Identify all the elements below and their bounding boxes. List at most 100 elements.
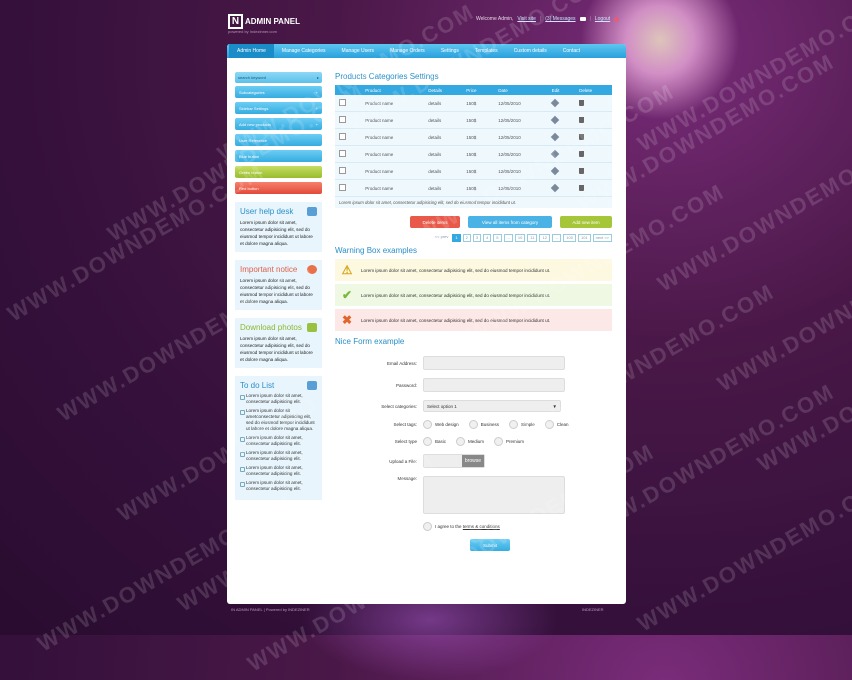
category-select[interactable]: Select option 1 ▼	[423, 400, 561, 412]
type-radio[interactable]	[456, 437, 466, 446]
tag-checkbox[interactable]	[544, 420, 554, 429]
edit-icon[interactable]	[550, 149, 559, 158]
pager-page[interactable]: 4	[483, 234, 492, 242]
password-field[interactable]	[423, 378, 565, 392]
terms-link[interactable]: terms & conditions	[463, 524, 500, 529]
nav-item-settings[interactable]: Settings	[433, 44, 467, 58]
type-option[interactable]: Medium	[456, 437, 484, 446]
pager-page[interactable]: 11	[527, 234, 538, 242]
search-arrow-icon[interactable]: ▸	[317, 75, 319, 80]
search-input[interactable]: search keyword	[238, 75, 266, 80]
trash-icon[interactable]	[579, 150, 585, 157]
browse-button[interactable]: browse	[461, 455, 484, 467]
row-checkbox[interactable]	[339, 150, 346, 157]
row-checkbox[interactable]	[339, 167, 346, 174]
category-row: Select categories: Select option 1 ▼	[335, 400, 612, 412]
nav-item-admin-home[interactable]: Admin Home	[229, 44, 274, 58]
column-header: Date	[494, 85, 548, 95]
sidebar-blue-button-button[interactable]: Blue button	[235, 150, 322, 162]
top-links: Welcome Admin, Visit site | (3) Messages…	[476, 16, 620, 22]
edit-icon[interactable]	[550, 166, 559, 175]
tag-option[interactable]: Simple	[508, 420, 535, 429]
todo-item[interactable]: Lorem ipsum dolor sit amet, consectetur …	[240, 480, 317, 492]
submit-button[interactable]: Submit	[470, 539, 510, 551]
type-radio[interactable]	[494, 437, 504, 446]
view-all-items-from-category-button[interactable]: View all items from category	[468, 216, 552, 228]
sidebar-subcategories-button[interactable]: Subcategories +	[235, 86, 322, 98]
logout-link[interactable]: Logout	[595, 16, 610, 22]
email-field[interactable]	[423, 356, 565, 370]
trash-icon[interactable]	[579, 184, 585, 191]
pager-page[interactable]: 100	[563, 234, 576, 242]
photo-icon	[307, 323, 317, 332]
trash-icon[interactable]	[579, 167, 585, 174]
search-box[interactable]: search keyword ▸	[235, 72, 322, 83]
todo-item[interactable]: Lorem ipsum dolor sit amet, consectetur …	[240, 393, 317, 405]
logo[interactable]: N ADMIN PANEL	[228, 14, 300, 29]
pager-page[interactable]: 101	[577, 234, 591, 242]
message-textarea[interactable]	[423, 476, 565, 514]
cell-date: 12/05/2010	[494, 128, 548, 146]
nav-item-contact[interactable]: Contact	[555, 44, 588, 58]
tag-checkbox[interactable]	[423, 420, 432, 429]
add-new-item-button[interactable]: Add new item	[560, 216, 612, 228]
type-option[interactable]: Basic	[423, 437, 446, 446]
row-checkbox[interactable]	[339, 133, 346, 140]
help-desk-title: User help desk	[240, 207, 317, 216]
visit-site-link[interactable]: Visit site	[517, 16, 536, 22]
pager-page[interactable]: ...	[551, 234, 562, 242]
warnings-title: Warning Box examples	[335, 246, 417, 255]
cell-product: Product name	[361, 95, 425, 112]
upload-field[interactable]: browse	[423, 454, 485, 468]
sidebar-add-new-products-button[interactable]: Add new products +	[235, 118, 322, 130]
pager-next[interactable]: next >>	[592, 234, 612, 242]
help-desk-box: User help desk Lorem ipsum dolor sit ame…	[235, 202, 322, 252]
edit-icon[interactable]	[550, 132, 559, 141]
warning-text: Lorem ipsum dolor sit amet, consectetur …	[361, 267, 551, 273]
pager-page[interactable]: 1	[452, 234, 461, 242]
tag-option[interactable]: Clean	[544, 420, 568, 429]
trash-icon[interactable]	[579, 116, 585, 123]
sidebar-user-reference-button[interactable]: User Reference	[235, 134, 322, 146]
edit-icon[interactable]	[550, 98, 559, 107]
todo-item[interactable]: Lorem ipsum dolor sit amet, consectetur …	[240, 435, 317, 447]
todo-item[interactable]: Lorem ipsum dolor sit amet, consectetur …	[240, 450, 317, 462]
todo-item[interactable]: Lorem ipsum dolor sit amet, consectetur …	[240, 465, 317, 477]
pager-page[interactable]: ...	[503, 234, 513, 242]
sidebar-green-button-button[interactable]: Green button	[235, 166, 322, 178]
pager-prev[interactable]: << prev	[433, 234, 451, 240]
footer-right: INDEZINER	[582, 607, 604, 612]
nav-item-manage-users[interactable]: Manage Users	[334, 44, 383, 58]
edit-icon[interactable]	[550, 115, 559, 124]
messages-link[interactable]: (3) Messages	[545, 16, 575, 22]
pager-page[interactable]: 3	[472, 234, 482, 242]
row-checkbox[interactable]	[339, 184, 346, 191]
nav-item-manage-orders[interactable]: Manage Orders	[382, 44, 433, 58]
pager-page[interactable]: 2	[462, 234, 471, 242]
nav-item-custom-details[interactable]: Custom details	[506, 44, 555, 58]
pager-page[interactable]: 5	[493, 234, 502, 242]
sidebar-red-button-button[interactable]: Red button	[235, 182, 322, 194]
row-checkbox[interactable]	[339, 116, 346, 123]
sidebar-sidebar-settings-button[interactable]: Sidebar Settings +	[235, 102, 322, 114]
cell-price: 150$	[462, 95, 495, 112]
trash-icon[interactable]	[579, 133, 585, 140]
tag-checkbox[interactable]	[508, 420, 518, 429]
nav-item-manage-categories[interactable]: Manage Categories	[274, 44, 334, 58]
todo-item[interactable]: Lorem ipsum dolor sit ametconsectetur ad…	[240, 408, 317, 432]
pager-page[interactable]: 10	[514, 234, 526, 242]
edit-icon[interactable]	[550, 183, 559, 192]
type-radio[interactable]	[423, 437, 432, 446]
tag-option[interactable]: Web design	[423, 420, 459, 429]
nav-item-templates[interactable]: Templates	[467, 44, 506, 58]
cell-product: Product name	[361, 128, 425, 146]
type-option[interactable]: Premium	[494, 437, 524, 446]
tag-option[interactable]: Business	[468, 420, 499, 429]
todo-title: To do List	[240, 381, 317, 390]
trash-icon[interactable]	[579, 99, 585, 106]
pager-page[interactable]: 12	[539, 234, 550, 242]
tag-checkbox[interactable]	[468, 420, 478, 429]
agree-checkbox[interactable]	[423, 522, 432, 531]
row-checkbox[interactable]	[339, 99, 346, 106]
delete-items-button[interactable]: Delete items	[410, 216, 460, 228]
